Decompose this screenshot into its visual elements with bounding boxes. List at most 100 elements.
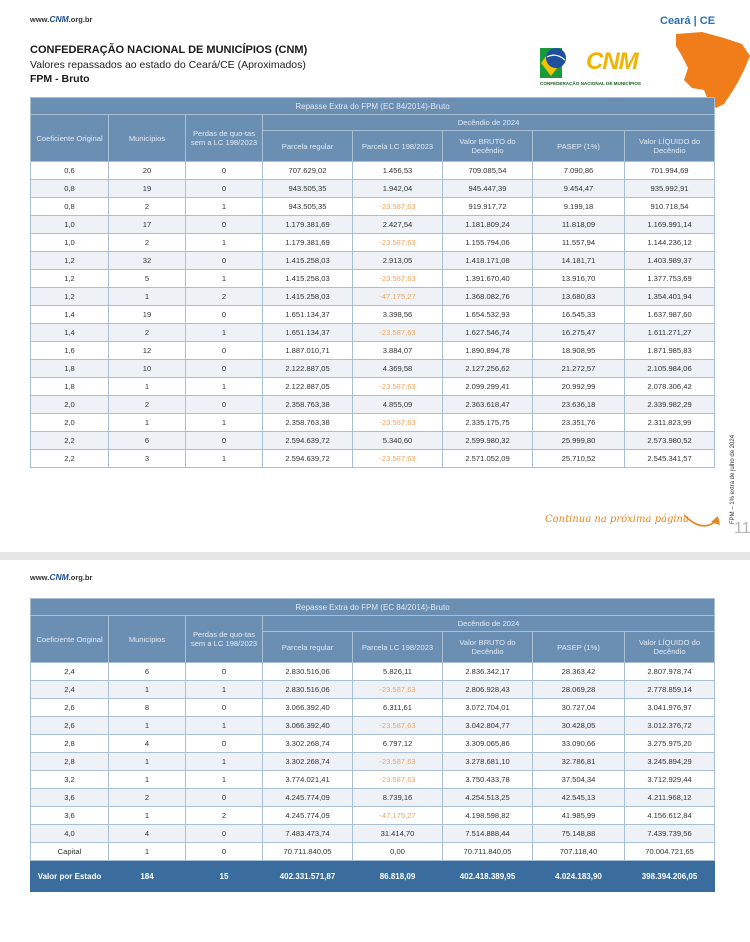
table-cell: 2.573.980,52 (623, 431, 716, 450)
table-cell: 7.514.888,44 (442, 824, 533, 843)
table-cell: 2,2 (30, 431, 109, 450)
table-cell: 2.078.306,42 (623, 377, 716, 396)
table-row: 2,0 1 1 2.358.763,38 -23.587,63 2.335.175,75 2… (30, 413, 716, 432)
col-header-perdas: Perdas de quo-tas sem a LC 198/2023 (185, 615, 263, 663)
col-header-perdas: Perdas de quo-tas sem a LC 198/2023 (185, 114, 263, 162)
table-cell: 2.594.639,72 (262, 449, 353, 468)
table-cell: 28.069,28 (532, 680, 625, 699)
table-cell: 7.090,86 (532, 161, 625, 180)
table-cell: 6 (108, 431, 186, 450)
table-cell: 1.890.894,78 (442, 341, 533, 360)
col-header-mun: Municípios (108, 615, 186, 663)
table-cell: 0 (185, 341, 263, 360)
total-cell: 86.818,09 (352, 860, 443, 892)
table-row: 1,2 1 2 1.415.258,03 -47.175,27 1.368.082,76 1… (30, 287, 716, 306)
table-cell: 23.636,18 (532, 395, 625, 414)
table-cell: 1 (108, 413, 186, 432)
table-cell: 943.505,35 (262, 197, 353, 216)
table-cell: 3.302.268,74 (262, 734, 353, 753)
side-caption-text: FPM – 1% extra de julho de 2024 (730, 434, 736, 524)
table-cell: 5 (108, 269, 186, 288)
table-cell: 4.369,58 (352, 359, 443, 378)
table-row: 3,6 1 2 4.245.774,09 -47.175,27 4.198.598,82 4… (30, 806, 716, 825)
total-cell: Valor por Estado (30, 860, 109, 892)
table-cell: 11.557,94 (532, 233, 625, 252)
table-cell: 707.629,02 (262, 161, 353, 180)
table-cell: 1,4 (30, 305, 109, 324)
table-cell: 70.711.840,05 (262, 842, 353, 861)
table-row: 2,8 4 0 3.302.268,74 6.797,12 3.309.065,86 33.… (30, 734, 716, 753)
site-url[interactable]: www.CNM.org.br (30, 572, 92, 582)
table-caption: Repasse Extra do FPM (EC 84/2014)-Bruto (29, 97, 716, 115)
table-cell: -23.587,63 (352, 752, 443, 771)
total-cell: 402.331.571,87 (262, 860, 353, 892)
side-caption: FPM – 1% extra de julho de 2024 (730, 370, 744, 530)
col-header-liquido: Valor LÍQUIDO do Decêndio (623, 631, 716, 663)
table-cell: -23.587,63 (352, 680, 443, 699)
table-cell: 2.830.516,06 (262, 662, 353, 681)
table-cell: 4.245.774,09 (262, 788, 353, 807)
table-cell: -23.587,63 (352, 269, 443, 288)
page-title: CONFEDERAÇÃO NACIONAL DE MUNICÍPIOS (CNM… (30, 44, 308, 56)
table-cell: 32.786,81 (532, 752, 625, 771)
table-cell: 3.309.065,86 (442, 734, 533, 753)
state-label: Ceará | CE (660, 15, 716, 27)
col-header-pasep: PASEP (1%) (532, 130, 625, 162)
table-cell: 3.302.268,74 (262, 752, 353, 771)
total-cell: 398.394.206,05 (623, 860, 716, 892)
table-cell: 2.099.299,41 (442, 377, 533, 396)
table-cell: 30.428,05 (532, 716, 625, 735)
table-cell: 1.181.809,24 (442, 215, 533, 234)
table-cell: 2.599.980,32 (442, 431, 533, 450)
table-row: 2,6 1 1 3.066.392,40 -23.587,63 3.042.804,77 3… (30, 716, 716, 735)
table-cell: 1.179.381,69 (262, 215, 353, 234)
table-cell: 945.447,39 (442, 179, 533, 198)
table-cell: 2,0 (30, 395, 109, 414)
table-cell: 3.278.681,10 (442, 752, 533, 771)
table-cell: 2.311.823,99 (623, 413, 716, 432)
table-cell: 70.711.840,05 (442, 842, 533, 861)
table-cell: 31.414,70 (352, 824, 443, 843)
table-cell: 6.797,12 (352, 734, 443, 753)
col-header-lc: Parcela LC 198/2023 (352, 130, 443, 162)
table-cell: 3,6 (30, 806, 109, 825)
table-cell: 1.415.258,03 (262, 287, 353, 306)
table-body: 2,4 6 0 2.830.516,06 5.826,11 2.836.342,17 28.… (30, 662, 716, 892)
table-cell: 2.358.763,38 (262, 413, 353, 432)
table-cell: 6.311,61 (352, 698, 443, 717)
table-cell: 0 (185, 788, 263, 807)
table-cell: 1 (185, 449, 263, 468)
table-row: 0,8 19 0 943.505,35 1.942,04 945.447,39 9.454,… (30, 179, 716, 198)
table-cell: 1.654.532,93 (442, 305, 533, 324)
table-cell: 2.363.618,47 (442, 395, 533, 414)
table-cell: 3.774.021,41 (262, 770, 353, 789)
table-cell: 1 (185, 377, 263, 396)
table-row: 1,4 19 0 1.651.134,37 3.398,56 1.654.532,93 16… (30, 305, 716, 324)
table-cell: 3.884,07 (352, 341, 443, 360)
table-cell: -23.587,63 (352, 770, 443, 789)
table-cell: 20.992,99 (532, 377, 625, 396)
table-cell: 4.245.774,09 (262, 806, 353, 825)
table-cell: 1,8 (30, 377, 109, 396)
table-cell: 1.871.985,83 (623, 341, 716, 360)
table-cell: 3.012.376,72 (623, 716, 716, 735)
table-row: 2,2 3 1 2.594.639,72 -23.587,63 2.571.052,09 2… (30, 449, 716, 468)
site-url[interactable]: www.CNM.org.br (30, 14, 92, 24)
table-cell: 1 (108, 806, 186, 825)
table-cell: -23.587,63 (352, 413, 443, 432)
table-cell: 1.415.258,03 (262, 269, 353, 288)
group-header: Decêndio de 2024 (261, 615, 716, 632)
table-cell: 19 (108, 179, 186, 198)
table-cell: 14.181,71 (532, 251, 625, 270)
table-cell: 2.807.978,74 (623, 662, 716, 681)
table-cell: 1 (185, 413, 263, 432)
table-caption: Repasse Extra do FPM (EC 84/2014)-Bruto (29, 598, 716, 616)
table-cell: 0 (185, 734, 263, 753)
table-cell: 2.335.175,75 (442, 413, 533, 432)
table-cell: 2,6 (30, 716, 109, 735)
table-cell: 1 (185, 716, 263, 735)
table-cell: 0 (185, 179, 263, 198)
table-cell: 1 (185, 197, 263, 216)
table-cell: 2.358.763,38 (262, 395, 353, 414)
table-cell: 8.739,16 (352, 788, 443, 807)
